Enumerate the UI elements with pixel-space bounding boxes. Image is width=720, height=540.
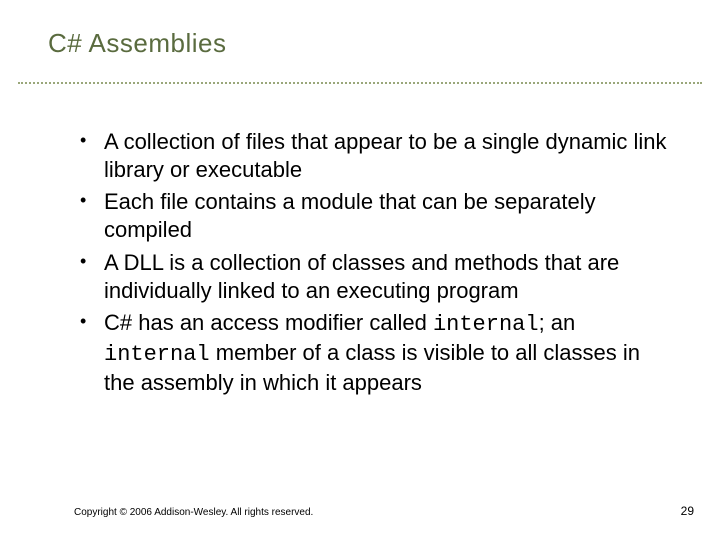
slide: C# Assemblies A collection of files that… (0, 0, 720, 540)
bullet-text: A DLL is a collection of classes and met… (104, 250, 619, 303)
list-item: C# has an access modifier called interna… (74, 309, 672, 397)
bullet-text: C# has an access modifier called (104, 310, 433, 335)
body-content: A collection of files that appear to be … (74, 128, 672, 401)
bullet-text: A collection of files that appear to be … (104, 129, 667, 182)
code-text: internal (433, 312, 539, 337)
bullet-text: Each file contains a module that can be … (104, 189, 596, 242)
list-item: A DLL is a collection of classes and met… (74, 249, 672, 305)
page-number: 29 (681, 504, 694, 518)
copyright-text: Copyright © 2006 Addison-Wesley. All rig… (74, 507, 313, 518)
list-item: Each file contains a module that can be … (74, 188, 672, 244)
divider-line (18, 82, 702, 84)
list-item: A collection of files that appear to be … (74, 128, 672, 184)
code-text: internal (104, 342, 210, 367)
slide-title: C# Assemblies (48, 28, 226, 59)
bullet-text: ; an (539, 310, 576, 335)
bullet-list: A collection of files that appear to be … (74, 128, 672, 397)
